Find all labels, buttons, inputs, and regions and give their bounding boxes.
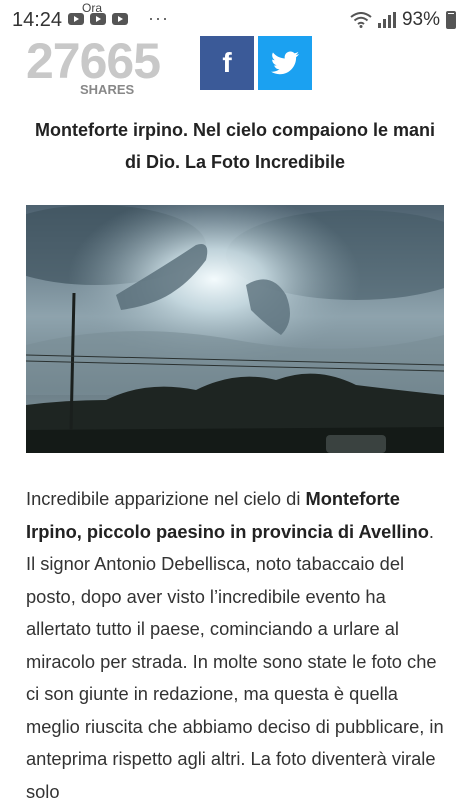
wifi-icon [350,12,372,28]
facebook-share-button[interactable]: f [200,36,254,90]
status-time: 14:24 [12,9,63,31]
share-label: SHARES [80,82,135,97]
signal-icon [377,12,396,28]
notification-icons [68,13,128,25]
article-body: Incredibile apparizione nel cielo di Mon… [26,483,446,800]
article-text: Incredibile apparizione nel cielo di [26,488,306,509]
article-text: . Il signor Antonio Debellisca, noto tab… [26,520,444,800]
facebook-icon: f [222,47,232,78]
youtube-icon [112,13,128,25]
more-notifications-icon: ··· [148,8,169,28]
article-title: Monteforte irpino. Nel cielo compaiono l… [34,120,436,172]
battery-icon [446,11,456,29]
youtube-icon [90,13,106,25]
youtube-icon [68,13,84,25]
battery-percent: 93% [401,9,440,30]
article-photo[interactable] [26,205,444,453]
share-bar: 27665 SHARES f [0,30,470,100]
status-right: 93% [350,9,456,31]
twitter-bird-icon [271,51,299,75]
twitter-share-button[interactable] [258,36,312,90]
